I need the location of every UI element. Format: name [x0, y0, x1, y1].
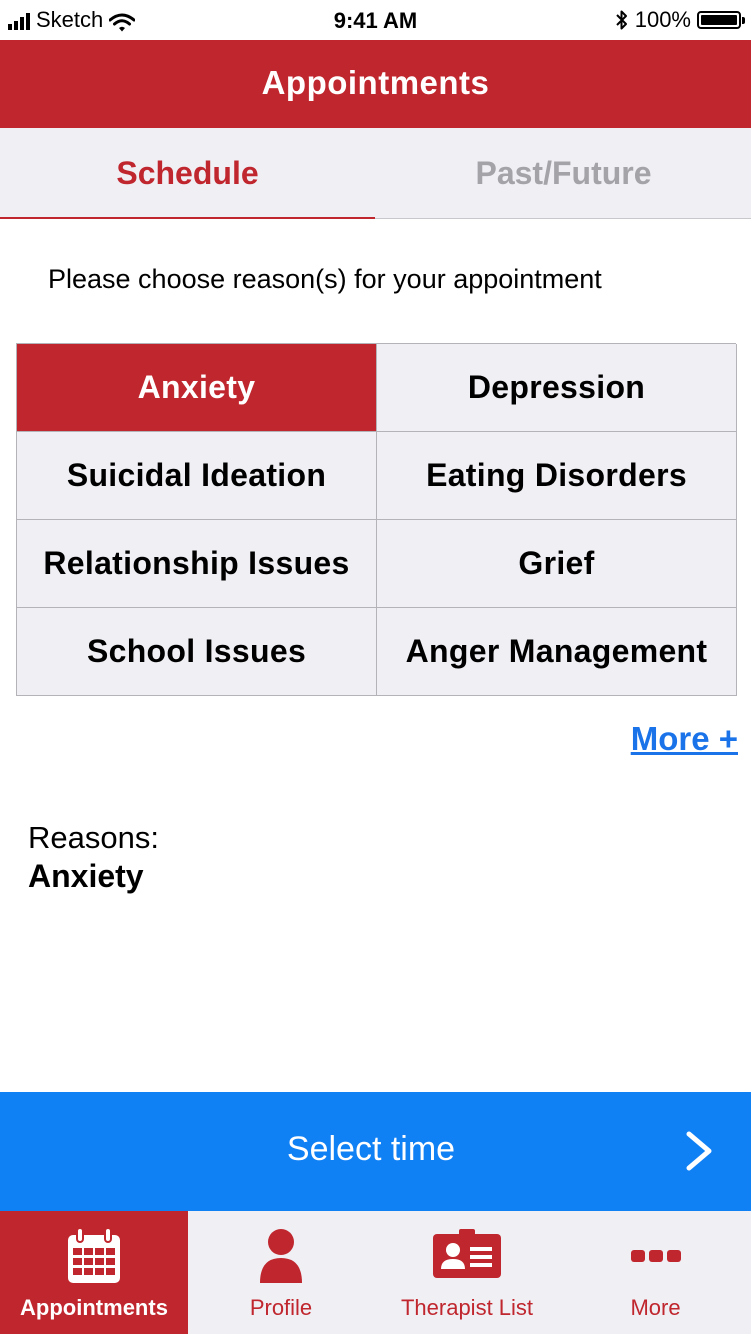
select-time-button[interactable]: Select time	[0, 1092, 751, 1211]
reason-school-issues[interactable]: School Issues	[17, 608, 377, 696]
battery-icon	[697, 11, 745, 29]
page-title: Appointments	[261, 64, 490, 101]
reason-depression[interactable]: Depression	[377, 344, 737, 432]
calendar-icon	[68, 1227, 120, 1283]
tabbar-therapist-list-label: Therapist List	[400, 1295, 534, 1320]
bottom-tab-bar: Appointments Profile Therapist List More	[0, 1211, 751, 1334]
battery-percent: 100%	[634, 7, 691, 32]
status-right: 100%	[615, 7, 745, 33]
reasons-summary-value: Anxiety	[28, 858, 144, 894]
tabbar-more-label: More	[630, 1295, 681, 1320]
nav-bar: Appointments	[0, 40, 751, 128]
reason-grief[interactable]: Grief	[377, 520, 737, 608]
bluetooth-icon	[616, 10, 627, 30]
tabbar-more[interactable]: More	[560, 1211, 751, 1334]
tabbar-profile-label: Profile	[249, 1295, 313, 1320]
reasons-grid: Anxiety Depression Suicidal Ideation Eat…	[16, 343, 737, 696]
reason-suicidal-ideation[interactable]: Suicidal Ideation	[17, 432, 377, 520]
reasons-summary-label: Reasons:	[28, 820, 159, 855]
tabbar-appointments-label: Appointments	[20, 1295, 168, 1320]
id-card-icon	[433, 1229, 501, 1278]
chevron-right-icon	[686, 1131, 712, 1171]
reason-anxiety[interactable]: Anxiety	[17, 344, 377, 432]
tabbar-appointments[interactable]: Appointments	[0, 1211, 188, 1334]
reason-eating-disorders[interactable]: Eating Disorders	[377, 432, 737, 520]
person-icon	[260, 1229, 302, 1283]
reason-anger-management[interactable]: Anger Management	[377, 608, 737, 696]
reason-relationship-issues[interactable]: Relationship Issues	[17, 520, 377, 608]
ellipsis-icon	[630, 1250, 681, 1262]
tab-past-future[interactable]: Past/Future	[376, 128, 751, 219]
tabbar-therapist-list[interactable]: Therapist List	[374, 1211, 560, 1334]
select-time-label: Select time	[286, 1130, 456, 1168]
tabbar-profile[interactable]: Profile	[188, 1211, 374, 1334]
segment-tabs: Schedule Past/Future	[0, 128, 751, 219]
more-reasons-link[interactable]: More +	[631, 720, 738, 758]
status-bar: Sketch 9:41 AM 100%	[0, 0, 751, 40]
tab-schedule[interactable]: Schedule	[0, 128, 375, 219]
instruction-text: Please choose reason(s) for your appoint…	[48, 264, 602, 294]
